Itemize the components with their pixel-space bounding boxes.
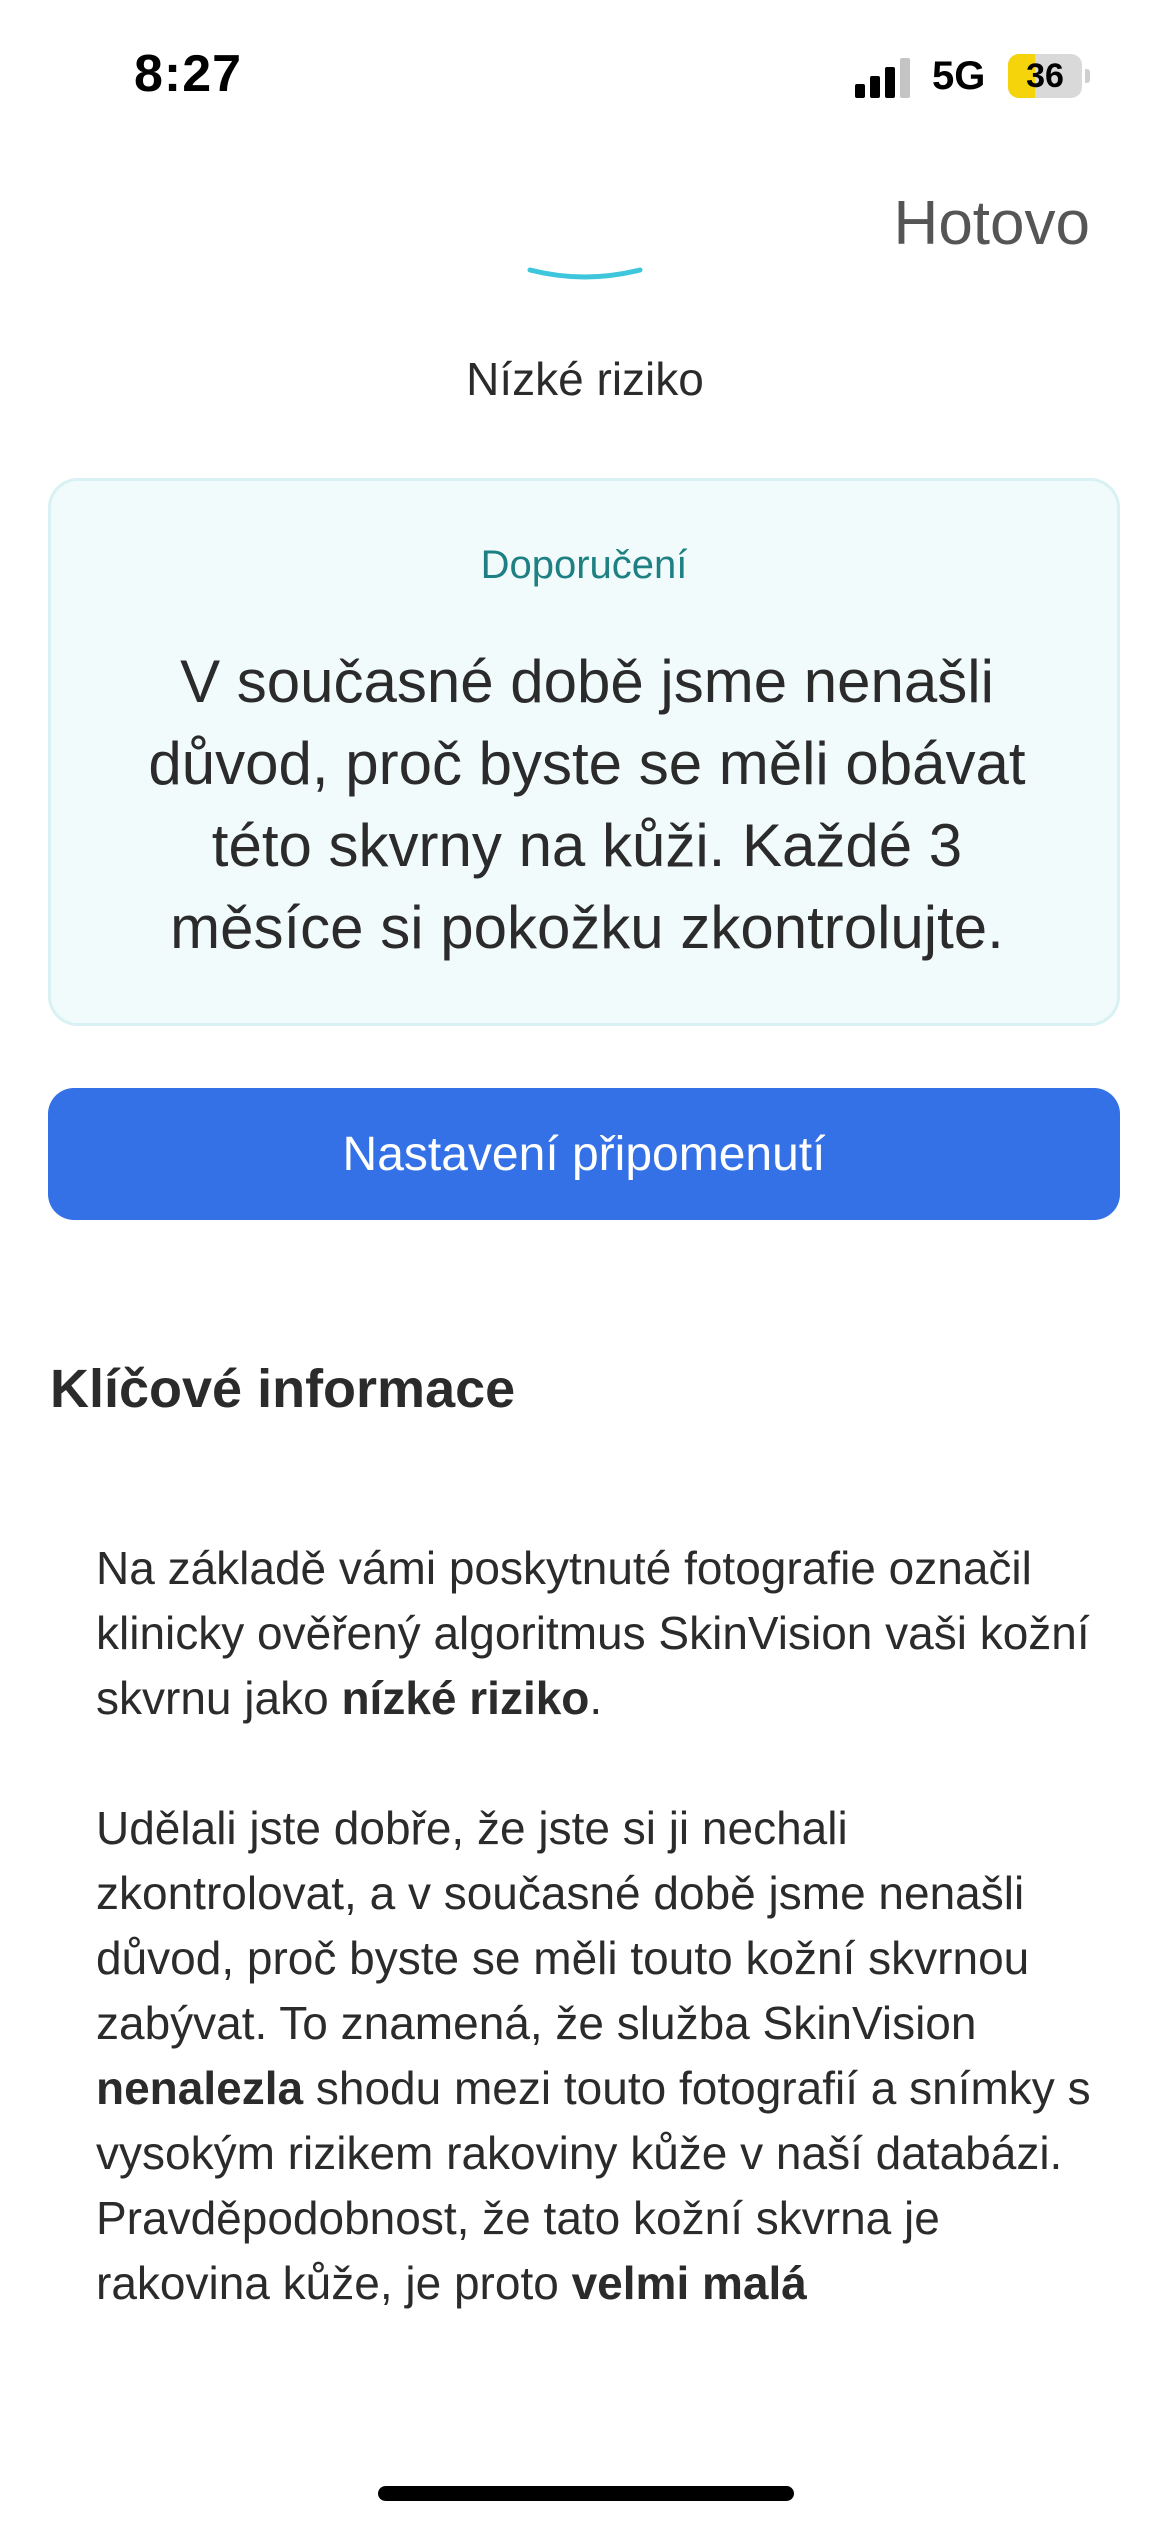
recommendation-card: Doporučení V současné době jsme nenašli … [48, 478, 1120, 1026]
status-time: 8:27 [134, 45, 243, 103]
recommendation-title: Doporučení [480, 543, 688, 587]
text-span: . [589, 1672, 603, 1724]
risk-level-label: Nízké riziko [466, 353, 704, 405]
key-info-paragraph: Udělali jste dobře, že jste si ji nechal… [96, 1796, 1096, 2316]
recommendation-text: V současné době jsme nenašli důvod, proč… [148, 648, 1026, 961]
cellular-signal-icon [855, 58, 910, 98]
bold-text-span: velmi malá [571, 2257, 807, 2309]
battery-tip [1085, 69, 1090, 83]
risk-gauge-arc-icon [527, 267, 643, 280]
status-bar: 8:27 5G 36 [0, 0, 1170, 150]
bold-text-span: nenalezla [96, 2062, 304, 2114]
set-reminder-button[interactable]: Nastavení připomenutí [48, 1088, 1120, 1220]
done-button[interactable]: Hotovo [894, 188, 1090, 259]
battery-level-label: 36 [1026, 57, 1064, 95]
key-info-heading: Klíčové informace [50, 1359, 516, 1419]
key-info-body: Na základě vámi poskytnuté fotografie oz… [96, 1536, 1096, 2428]
network-type-label: 5G [932, 54, 986, 98]
home-indicator [378, 2486, 794, 2501]
key-info-paragraph: Na základě vámi poskytnuté fotografie oz… [96, 1536, 1096, 1731]
text-span: Udělali jste dobře, že jste si ji nechal… [96, 1802, 1030, 2049]
bold-text-span: nízké riziko [341, 1672, 590, 1724]
screen: 8:27 5G 36 Hotovo Nízké riziko Doporučen… [0, 0, 1170, 2532]
battery-body: 36 [1008, 54, 1082, 98]
battery-icon: 36 [1008, 54, 1090, 98]
